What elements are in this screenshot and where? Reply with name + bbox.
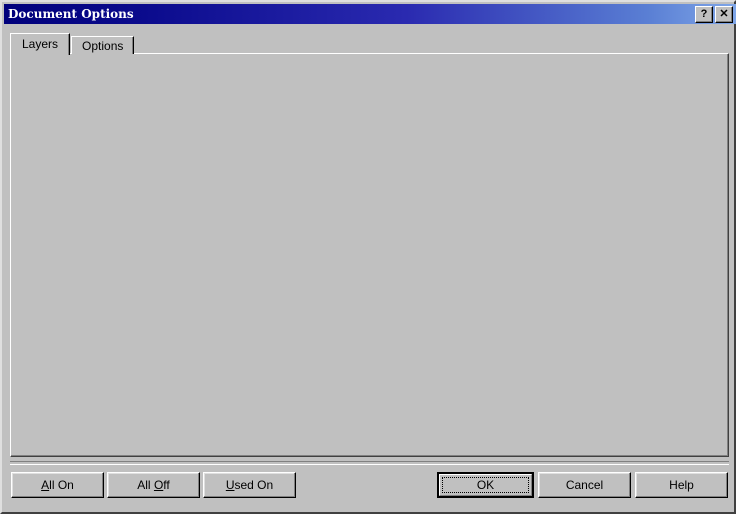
tab-layers[interactable]: Layers	[10, 33, 70, 55]
help-button-label: Help	[669, 478, 694, 492]
close-titlebar-button[interactable]: ✕	[715, 6, 733, 23]
help-titlebar-button[interactable]: ?	[695, 6, 713, 23]
all-off-button[interactable]: All Off	[107, 472, 200, 498]
cancel-button-label: Cancel	[566, 478, 603, 492]
tab-options-label: Options	[82, 39, 123, 53]
tab-options[interactable]: Options	[71, 36, 134, 54]
used-on-button-label: Used On	[226, 478, 273, 492]
ok-button-label: OK	[477, 478, 494, 492]
all-off-button-label: All Off	[137, 478, 169, 492]
used-on-button[interactable]: Used On	[203, 472, 296, 498]
layers-tab-page	[10, 53, 729, 457]
button-bar-separator	[10, 461, 729, 465]
ok-button-inner: OK	[439, 474, 532, 496]
tab-strip: Layers Options	[10, 33, 134, 54]
window-title: Document Options	[8, 7, 134, 21]
help-button[interactable]: Help	[635, 472, 728, 498]
all-on-button-label: All On	[41, 478, 74, 492]
title-bar-buttons: ? ✕	[695, 6, 733, 23]
title-bar[interactable]: Document Options ? ✕	[4, 4, 736, 24]
document-options-dialog: Document Options ? ✕ Layers Options Sign…	[0, 0, 736, 514]
ok-button-focus-ring: OK	[442, 477, 529, 493]
ok-button[interactable]: OK	[437, 472, 534, 498]
cancel-button[interactable]: Cancel	[538, 472, 631, 498]
tab-layers-label: Layers	[22, 37, 58, 51]
all-on-button[interactable]: All On	[11, 472, 104, 498]
